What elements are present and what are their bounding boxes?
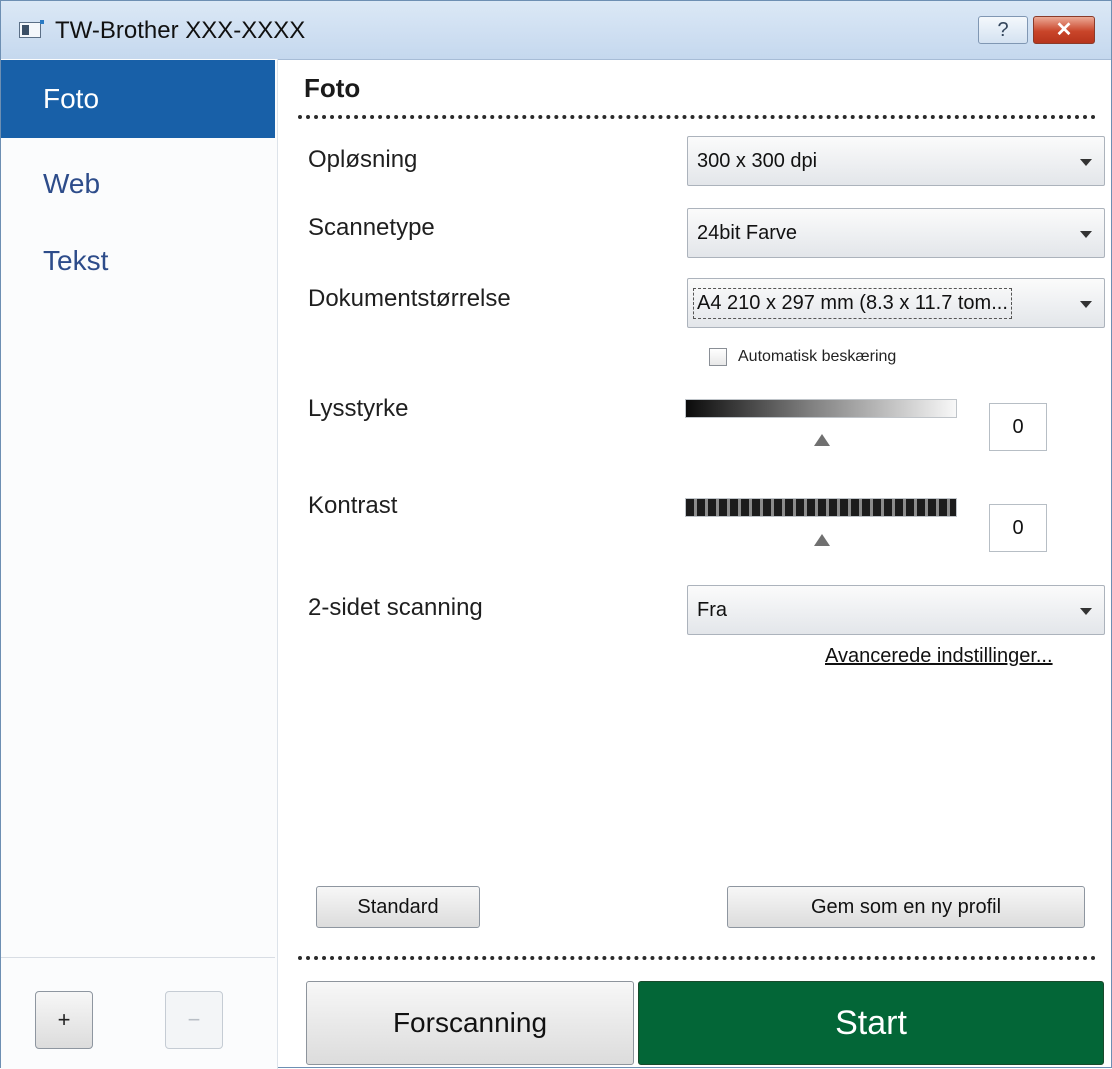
close-button[interactable]: ✕ [1033,16,1095,44]
sidebar-item-foto[interactable]: Foto [1,60,275,138]
remove-profile-button[interactable]: − [165,991,223,1049]
default-button[interactable]: Standard [316,886,480,928]
sidebar-item-web[interactable]: Web [1,145,275,223]
auto-crop-checkbox[interactable] [709,348,727,366]
chevron-down-icon [1080,159,1092,166]
bottom-divider [298,956,1096,960]
scanner-window: TW-Brother XXX-XXXX ? ✕ Foto Web Tekst +… [0,0,1112,1069]
start-button[interactable]: Start [638,981,1104,1065]
advanced-settings-link[interactable]: Avancerede indstillinger... [825,645,1053,668]
duplex-label: 2-sidet scanning [308,594,483,621]
auto-crop-label: Automatisk beskæring [738,348,897,365]
document-size-select[interactable]: A4 210 x 297 mm (8.3 x 11.7 tom... [687,278,1105,328]
duplex-select[interactable]: Fra [687,585,1105,635]
chevron-down-icon [1080,608,1092,615]
settings-panel: Foto Opløsning 300 x 300 dpi Scannetype … [278,59,1111,1069]
window-title: TW-Brother XXX-XXXX [55,17,306,44]
contrast-label: Kontrast [308,492,398,519]
top-divider [298,115,1096,119]
app-icon [19,20,44,38]
prescan-button[interactable]: Forscanning [306,981,634,1065]
duplex-value: Fra [697,599,727,621]
scan-type-label: Scannetype [308,214,435,241]
title-bar: TW-Brother XXX-XXXX ? ✕ [1,1,1111,60]
chevron-down-icon [1080,301,1092,308]
profile-sidebar: Foto Web Tekst + − [1,59,278,1069]
document-size-label: Dokumentstørrelse [308,285,511,312]
brightness-slider-handle[interactable] [814,434,830,446]
brightness-value[interactable]: 0 [989,403,1047,451]
add-profile-button[interactable]: + [35,991,93,1049]
sidebar-item-tekst[interactable]: Tekst [1,222,275,300]
brightness-label: Lysstyrke [308,395,409,422]
section-title: Foto [304,73,361,103]
contrast-slider-track[interactable] [685,498,957,517]
contrast-slider-handle[interactable] [814,534,830,546]
resolution-label: Opløsning [308,146,418,173]
contrast-value[interactable]: 0 [989,504,1047,552]
brightness-slider-track[interactable] [685,399,957,418]
resolution-value: 300 x 300 dpi [697,150,818,172]
sidebar-divider [1,957,275,958]
scan-type-value: 24bit Farve [697,222,798,244]
help-button[interactable]: ? [978,16,1028,44]
save-profile-button[interactable]: Gem som en ny profil [727,886,1085,928]
document-size-value: A4 210 x 297 mm (8.3 x 11.7 tom... [693,288,1012,319]
chevron-down-icon [1080,231,1092,238]
resolution-select[interactable]: 300 x 300 dpi [687,136,1105,186]
scan-type-select[interactable]: 24bit Farve [687,208,1105,258]
